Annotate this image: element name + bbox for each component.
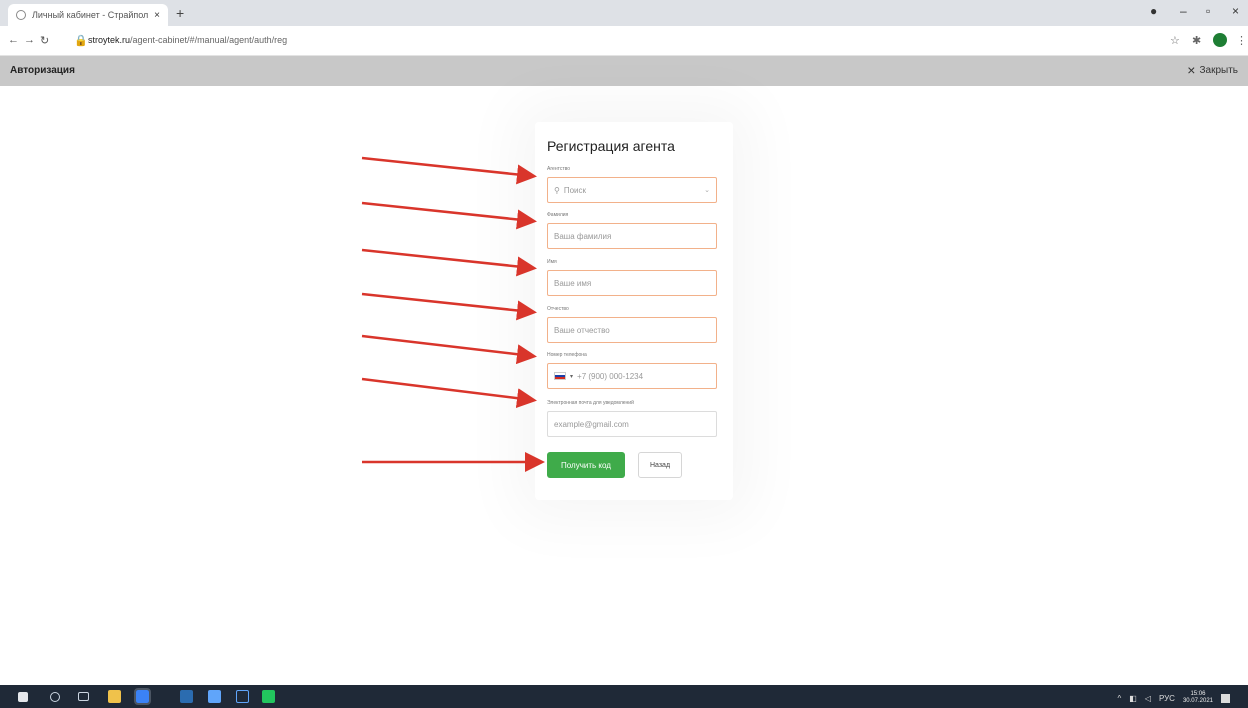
arrow-patronymic — [361, 292, 537, 321]
app-green-icon[interactable] — [262, 690, 275, 703]
arrow-email — [361, 377, 537, 409]
arrow-first-name — [361, 248, 537, 277]
file-explorer-icon[interactable] — [108, 690, 121, 703]
task-view-icon[interactable] — [78, 692, 89, 701]
system-tray: ^ ◧ ◁ РУС 15:06 30.07.2021 — [1117, 691, 1230, 705]
os-taskbar: ^ ◧ ◁ РУС 15:06 30.07.2021 — [0, 685, 1248, 708]
tray-chevron-icon[interactable]: ^ — [1117, 694, 1121, 703]
start-windows-icon[interactable] — [18, 692, 28, 702]
chrome-icon[interactable] — [134, 688, 151, 705]
arrow-phone — [361, 334, 537, 365]
cloud-icon[interactable] — [236, 690, 249, 703]
clock-date: 30.07.2021 — [1182, 698, 1213, 704]
annotation-arrows — [361, 156, 545, 472]
screen: Личный кабинет - Страйпол × + ● – ▫ × ← … — [0, 0, 1248, 708]
clock[interactable]: 15:06 30.07.2021 — [1183, 691, 1213, 705]
arrow-agency — [361, 156, 537, 185]
mail-icon[interactable] — [208, 690, 221, 703]
notifications-icon[interactable] — [1221, 693, 1230, 703]
volume-icon[interactable]: ◁ — [1145, 694, 1151, 703]
clock-time: 15:06 — [1190, 691, 1206, 697]
network-icon[interactable]: ◧ — [1129, 694, 1137, 703]
language-indicator[interactable]: РУС — [1159, 694, 1175, 703]
search-icon[interactable] — [50, 692, 60, 702]
arrow-last-name — [361, 201, 537, 230]
app-icon[interactable] — [180, 690, 193, 703]
